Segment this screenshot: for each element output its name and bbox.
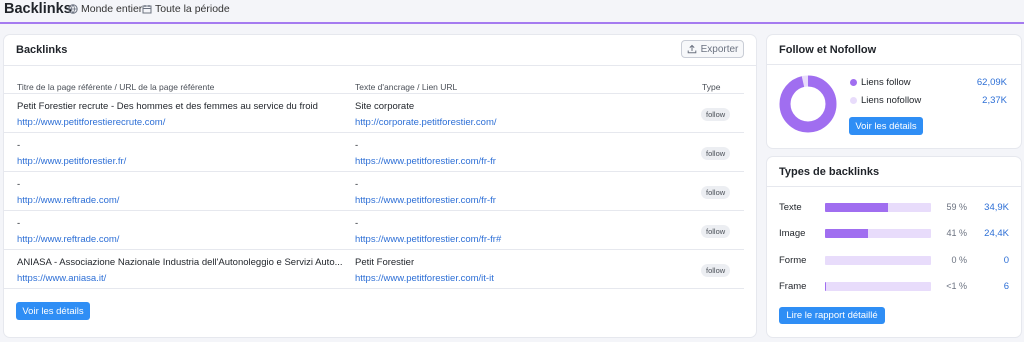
export-button[interactable]: Exporter (681, 40, 744, 58)
anchor-text: - (355, 218, 359, 229)
target-url-link[interactable]: https://www.petitforestier.com/fr-fr# (355, 234, 501, 245)
upload-icon (687, 44, 696, 54)
source-url-link[interactable]: http://www.petitforestier.fr/ (17, 156, 126, 167)
type-percent: <1 % (946, 281, 967, 291)
page-header: Backlinks Monde entier Toute la période (0, 0, 1024, 24)
type-bar-fill (825, 203, 888, 212)
type-row-frame: Frame <1 % 6 (779, 280, 1009, 294)
type-percent: 0 % (951, 255, 967, 265)
type-count-link[interactable]: 24,4K (984, 228, 1009, 239)
type-percent: 41 % (946, 228, 967, 238)
anchor-text: Petit Forestier (355, 257, 415, 268)
export-button-label: Exporter (700, 43, 739, 55)
source-url-link[interactable]: https://www.aniasa.it/ (17, 273, 106, 284)
nofollow-count-link[interactable]: 2,37K (982, 95, 1007, 106)
type-badge: follow (701, 108, 731, 121)
source-title: - (17, 140, 21, 151)
detailed-report-button[interactable]: Lire le rapport détaillé (779, 307, 885, 324)
follow-card-title: Follow et Nofollow (779, 44, 877, 56)
backlink-types-card: Types de backlinks Texte 59 % 34,9K Imag… (767, 157, 1021, 337)
source-url-link[interactable]: http://www.petitforestierecrute.com/ (17, 117, 165, 128)
table-row: - http://www.petitforestier.fr/ - https:… (4, 133, 744, 172)
types-card-title: Types de backlinks (779, 166, 880, 178)
type-count-link[interactable]: 0 (1004, 255, 1009, 266)
table-row: Petit Forestier recrute - Des hommes et … (4, 94, 744, 133)
type-label: Frame (779, 281, 807, 292)
source-url-link[interactable]: http://www.reftrade.com/ (17, 234, 119, 245)
type-badge: follow (701, 147, 731, 160)
card-divider (767, 186, 1021, 187)
anchor-text: - (355, 179, 359, 190)
source-url-link[interactable]: http://www.reftrade.com/ (17, 195, 119, 206)
table-row: ANIASA - Associazione Nazionale Industri… (4, 250, 744, 289)
table-row: - http://www.reftrade.com/ - https://www… (4, 172, 744, 211)
target-url-link[interactable]: https://www.petitforestier.com/fr-fr (355, 195, 496, 206)
target-url-link[interactable]: https://www.petitforestier.com/fr-fr (355, 156, 496, 167)
column-header-source: Titre de la page référente / URL de la p… (17, 82, 215, 92)
follow-nofollow-card: Follow et Nofollow Liens follow 62,09K L… (767, 35, 1021, 148)
source-title: - (17, 218, 21, 229)
type-label: Forme (779, 255, 807, 266)
backlinks-card: Backlinks Exporter Titre de la page réfé… (4, 35, 756, 337)
region-filter-label: Monde entier (81, 3, 143, 15)
type-count-link[interactable]: 6 (1004, 281, 1009, 292)
type-bar (825, 282, 931, 291)
card-divider (767, 64, 1021, 65)
column-header-anchor: Texte d'ancrage / Lien URL (355, 82, 458, 92)
type-bar-fill (825, 229, 869, 238)
anchor-text: - (355, 140, 359, 151)
type-label: Image (779, 228, 806, 239)
backlinks-card-title: Backlinks (16, 44, 68, 56)
target-url-link[interactable]: http://corporate.petitforestier.com/ (355, 117, 497, 128)
table-row: - http://www.reftrade.com/ - https://www… (4, 211, 744, 250)
calendar-icon (142, 5, 152, 14)
legend-nofollow-label: Liens nofollow (861, 95, 922, 106)
follow-details-button[interactable]: Voir les détails (849, 117, 923, 135)
type-count-link[interactable]: 34,9K (984, 202, 1009, 213)
target-url-link[interactable]: https://www.petitforestier.com/it-it (355, 273, 494, 284)
region-filter[interactable]: Monde entier (68, 3, 142, 15)
view-details-button[interactable]: Voir les détails (16, 302, 90, 320)
follow-donut-chart (779, 75, 837, 133)
column-header-type: Type (702, 82, 721, 92)
type-row-image: Image 41 % 24,4K (779, 227, 1009, 241)
type-label: Texte (779, 202, 802, 213)
follow-count-link[interactable]: 62,09K (977, 77, 1007, 88)
type-row-forme: Forme 0 % 0 (779, 254, 1009, 268)
anchor-text: Site corporate (355, 101, 415, 112)
source-title: Petit Forestier recrute - Des hommes et … (17, 101, 318, 112)
period-filter-label: Toute la période (155, 3, 230, 15)
page-title: Backlinks (4, 1, 72, 17)
legend-dot-nofollow (850, 97, 857, 104)
card-divider (4, 65, 756, 66)
legend-follow-label: Liens follow (861, 77, 911, 88)
type-row-texte: Texte 59 % 34,9K (779, 201, 1009, 215)
source-title: - (17, 179, 21, 190)
type-bar (825, 203, 931, 212)
globe-icon (68, 4, 78, 14)
type-bar (825, 256, 931, 265)
legend-nofollow: Liens nofollow (850, 95, 921, 106)
type-badge: follow (701, 225, 731, 238)
period-filter[interactable]: Toute la période (142, 3, 230, 15)
legend-dot-follow (850, 79, 857, 86)
source-title: ANIASA - Associazione Nazionale Industri… (17, 257, 343, 268)
type-badge: follow (701, 186, 731, 199)
type-badge: follow (701, 264, 731, 277)
type-percent: 59 % (946, 202, 967, 212)
type-bar (825, 229, 931, 238)
legend-follow: Liens follow (850, 77, 911, 88)
donut-follow-arc (779, 75, 837, 133)
